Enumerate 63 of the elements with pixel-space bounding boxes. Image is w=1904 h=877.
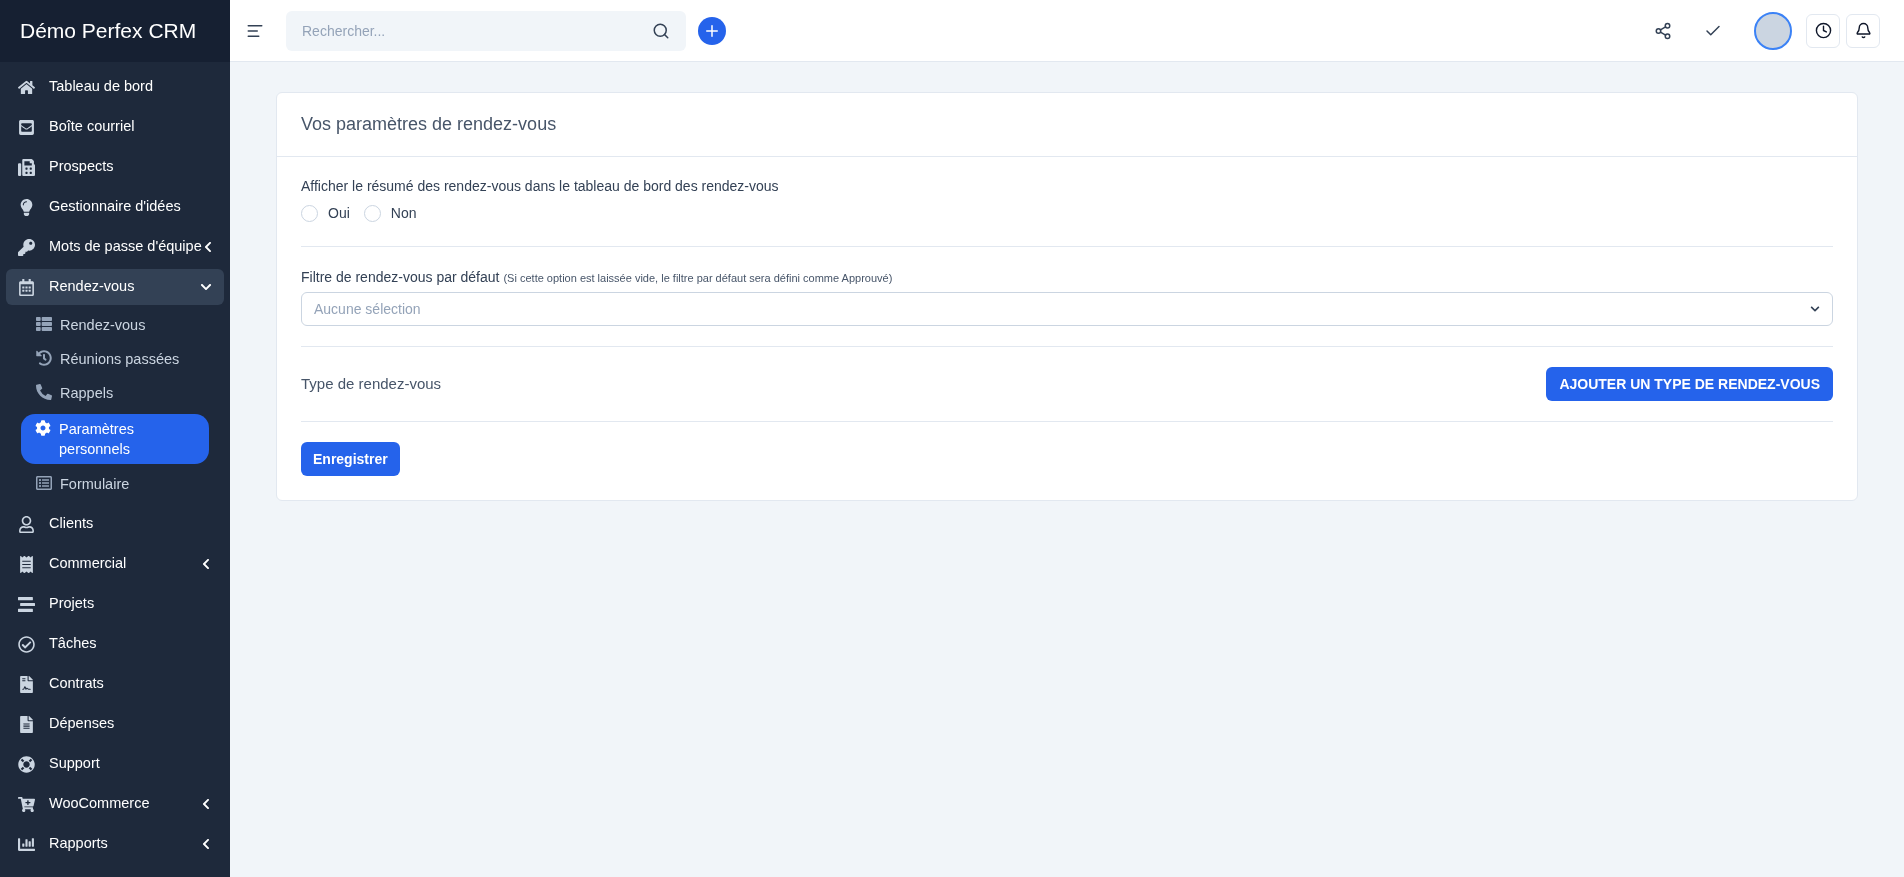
envelope-icon [18,118,35,136]
contract-icon [18,675,35,693]
sidebar-item[interactable]: Prospects [6,149,224,185]
document-icon [18,715,35,733]
sidebar-item[interactable]: Tableau de bord [6,69,224,105]
submenu-item[interactable]: Formulaire [36,468,224,502]
sidebar-item[interactable]: Rapports [6,826,224,862]
sidebar-item[interactable]: Dépenses [6,706,224,742]
telephone-icon [18,158,35,176]
avatar[interactable] [1754,11,1792,50]
app-title: Démo Perfex CRM [20,18,197,45]
form-icon [36,475,52,492]
submenu-item[interactable]: Rappels [36,376,224,411]
sidebar-item[interactable]: Tâches [6,626,224,662]
lifebuoy-icon [18,755,35,773]
radio-option[interactable]: Oui [301,203,350,224]
sidebar-item[interactable]: Projets [6,586,224,622]
chevron-icon [200,838,212,850]
sidebar-item[interactable]: Commercial [6,546,224,582]
add-button[interactable] [698,16,726,45]
field-label: Afficher le résumé des rendez-vous dans le tableau de bord des rendez-vous [301,177,780,196]
search-icon[interactable] [652,21,670,40]
clock-button[interactable] [1806,13,1840,48]
sidebar-item[interactable]: Mots de passe d'équipe [6,229,224,265]
house-icon [18,78,35,96]
field-label: Filtre de rendez-vous par défaut [301,268,500,287]
gear-icon [35,420,51,437]
sidebar-item[interactable]: Support [6,746,224,782]
lightbulb-icon [18,198,35,216]
sidebar-item[interactable]: Boîte courriel [6,109,224,145]
submenu-item[interactable]: Rendez-vous [36,309,224,343]
chevron-icon [200,558,212,570]
sidebar-item[interactable]: WooCommerce [6,786,224,822]
sidebar-item[interactable]: Clients [6,506,224,542]
gantt-icon [18,595,35,613]
card-title: Vos paramètres de rendez-vous [301,113,557,136]
key-icon [18,238,35,256]
sidebar-item[interactable]: Rendez-vous [6,269,224,305]
user-icon [18,515,35,533]
add-type-button[interactable]: AJOUTER UN TYPE DE RENDEZ-VOUS [1546,367,1833,401]
share-icon[interactable] [1654,21,1672,40]
submenu-item[interactable]: Réunions passées [36,342,224,377]
phone-icon [36,383,52,400]
section-label: Type de rendez-vous [301,373,442,394]
bar-chart-icon [18,835,35,853]
chevron-icon [1810,304,1820,314]
cart-icon [18,795,35,813]
field-hint: (Si cette option est laissée vide, le filtre par défaut sera défini comme Approuvé) [503,271,893,286]
table-icon [36,316,52,332]
calendar-icon [18,278,35,296]
bell-icon [1854,22,1872,39]
clock-icon [1814,22,1832,39]
submenu-item[interactable]: Paramètres personnels [21,414,209,465]
receipt-icon [18,555,35,573]
save-button[interactable]: Enregistrer [301,442,400,476]
history-icon [36,349,52,366]
sidebar-item[interactable]: Gestionnaire d'idées [6,189,224,225]
chevron-icon [200,281,212,293]
sidebar-item[interactable]: Contrats [6,666,224,702]
search-field[interactable]: Rechercher... [286,10,686,51]
notification-button[interactable] [1846,13,1880,48]
radio-option[interactable]: Non [363,203,417,224]
chevron-icon [200,798,212,810]
